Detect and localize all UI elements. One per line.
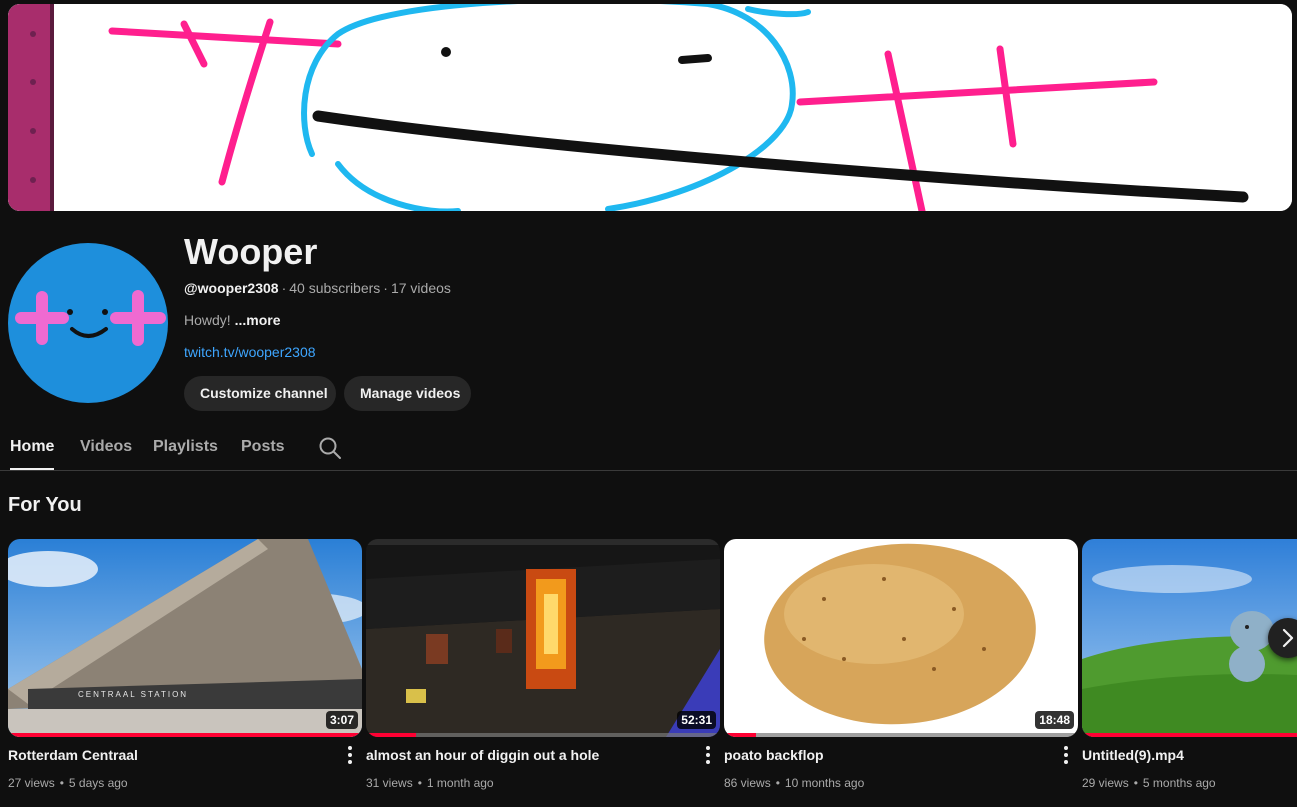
subscriber-count: 40 subscribers [289, 280, 381, 296]
search-icon[interactable] [318, 436, 342, 460]
video-duration: 3:07 [325, 711, 358, 729]
video-thumbnail[interactable]: CENTRAAL STATION 3:07 [8, 539, 362, 737]
watch-progress-bar [1082, 733, 1297, 737]
customize-channel-button[interactable]: Customize channel [184, 376, 336, 411]
view-count: 86 views [724, 776, 771, 790]
chevron-right-icon [1282, 628, 1294, 648]
video-title[interactable]: almost an hour of diggin out a hole [366, 747, 599, 763]
stats-separator: • [417, 776, 422, 790]
channel-avatar[interactable] [8, 243, 168, 403]
meta-separator: · [281, 280, 287, 296]
video-card: 52:31 almost an hour of diggin out a hol… [366, 539, 720, 799]
more-vert-icon[interactable] [1058, 743, 1074, 767]
tab-videos[interactable]: Videos [80, 426, 132, 470]
video-thumbnail[interactable]: 52:31 [366, 539, 720, 737]
description-text: Howdy! [184, 312, 231, 328]
video-count: 17 videos [390, 280, 451, 296]
watch-progress-bar [366, 733, 416, 737]
more-link[interactable]: ...more [235, 312, 281, 328]
video-title[interactable]: Untitled(9).mp4 [1082, 747, 1184, 763]
video-thumbnail[interactable] [1082, 539, 1297, 737]
video-stats: 31 views • 1 month ago [366, 776, 494, 790]
upload-age: 10 months ago [784, 776, 865, 790]
video-card: Untitled(9).mp4 29 views • 5 months ago [1082, 539, 1297, 799]
channel-page: Wooper @wooper2308 · 40 subscribers · 17 vid… [0, 0, 1297, 807]
watch-progress-bar [724, 733, 756, 737]
stats-separator: • [59, 776, 64, 790]
section-title: For You [8, 494, 82, 516]
stats-separator: • [1133, 776, 1138, 790]
tab-posts[interactable]: Posts [241, 426, 285, 470]
video-card: CENTRAAL STATION 3:07 Rotterdam Centraal… [8, 539, 362, 799]
stats-separator: • [775, 776, 780, 790]
more-vert-icon[interactable] [700, 743, 716, 767]
tab-home[interactable]: Home [10, 426, 55, 470]
more-vert-icon[interactable] [342, 743, 358, 767]
watch-progress-bar [8, 733, 362, 737]
upload-age: 5 days ago [68, 776, 128, 790]
video-stats: 29 views • 5 months ago [1082, 776, 1216, 790]
view-count: 29 views [1082, 776, 1129, 790]
watch-progress-track [724, 733, 1078, 737]
video-thumbnail[interactable]: 18:48 [724, 539, 1078, 737]
video-stats: 86 views • 10 months ago [724, 776, 864, 790]
video-title[interactable]: poato backflop [724, 747, 824, 763]
channel-description: Howdy! ...more [184, 312, 280, 328]
channel-name: Wooper [184, 231, 318, 272]
view-count: 27 views [8, 776, 55, 790]
watch-progress-track [366, 733, 720, 737]
manage-videos-button[interactable]: Manage videos [344, 376, 471, 411]
video-stats: 27 views • 5 days ago [8, 776, 128, 790]
video-duration: 18:48 [1035, 711, 1074, 729]
channel-link[interactable]: twitch.tv/wooper2308 [184, 344, 316, 360]
video-title[interactable]: Rotterdam Centraal [8, 747, 138, 763]
meta-separator: · [383, 280, 388, 296]
video-card: 18:48 poato backflop 86 views • 10 months … [724, 539, 1078, 799]
view-count: 31 views [366, 776, 413, 790]
upload-age: 1 month ago [426, 776, 494, 790]
channel-tabs: Home Videos Playlists Posts [0, 426, 1297, 471]
tab-playlists[interactable]: Playlists [153, 426, 218, 470]
svg-text:CENTRAAL STATION: CENTRAAL STATION [78, 690, 188, 699]
channel-handle: @wooper2308 [184, 280, 279, 296]
video-duration: 52:31 [677, 711, 716, 729]
channel-banner [8, 4, 1292, 211]
channel-meta: @wooper2308 · 40 subscribers · 17 videos [184, 280, 451, 296]
upload-age: 5 months ago [1142, 776, 1216, 790]
